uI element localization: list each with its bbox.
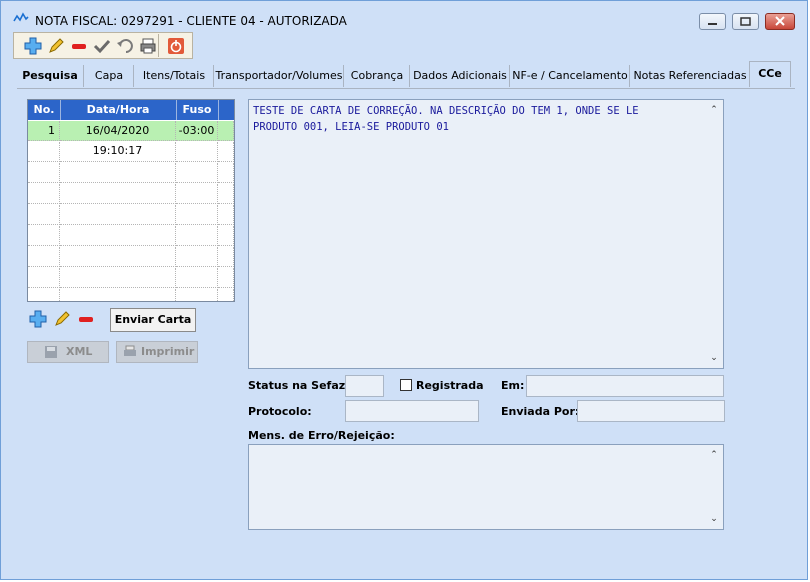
maximize-button[interactable] [732,13,759,30]
table-row[interactable] [28,142,234,162]
table-row[interactable] [28,268,234,288]
table-row[interactable] [28,184,234,204]
scroll-up-icon[interactable]: ⌃ [708,449,720,461]
nota-fiscal-window: NOTA FISCAL: 0297291 - CLIENTE 04 - AUTO… [0,0,808,580]
tab-bar: Pesquisa Capa Itens/Totais Transportador… [17,61,795,89]
tab-notas-referenciadas[interactable]: Notas Referenciadas [629,65,750,87]
table-row[interactable] [28,226,234,246]
tab-dados-adicionais[interactable]: Dados Adicionais [409,65,510,87]
imprimir-label: Imprimir [141,345,195,358]
registrada-checkbox[interactable] [400,379,412,391]
protocolo-label: Protocolo: [248,405,312,418]
tab-cce[interactable]: CCe [749,61,791,87]
edit-pencil-icon[interactable] [53,310,71,328]
toolbar-divider [158,34,159,57]
save-disk-icon [45,346,57,358]
table-row[interactable]: 1 16/04/2020 19:10:17 -03:00 [28,121,234,157]
grid-header: No. Data/Hora Fuso [28,100,234,120]
scroll-up-icon[interactable]: ⌃ [708,104,720,116]
confirm-check-icon[interactable] [93,37,111,55]
power-icon[interactable] [167,37,185,55]
add-icon[interactable] [29,310,47,328]
em-field[interactable] [526,375,724,397]
close-button[interactable] [765,13,795,30]
minimize-icon [708,23,717,25]
mens-erro-label: Mens. de Erro/Rejeição: [248,429,395,442]
add-icon[interactable] [24,37,42,55]
table-row[interactable] [28,205,234,225]
enviada-por-field[interactable] [577,400,725,422]
cce-text-area[interactable]: TESTE DE CARTA DE CORREÇÃO. NA DESCRIÇÃO… [248,99,724,369]
maximize-icon [740,17,751,26]
col-fuso[interactable]: Fuso [176,100,219,120]
cell-fuso: -03:00 [176,121,218,141]
cell-extra [218,121,234,141]
table-row[interactable] [28,247,234,267]
col-data-hora[interactable]: Data/Hora [60,100,177,120]
col-no[interactable]: No. [28,100,61,120]
tab-itens-totais[interactable]: Itens/Totais [133,65,214,87]
protocolo-field[interactable] [345,400,479,422]
xml-label: XML [66,345,93,358]
printer-icon[interactable] [139,37,157,55]
enviada-por-label: Enviada Por: [501,405,580,418]
minimize-button[interactable] [699,13,726,30]
tab-capa[interactable]: Capa [83,65,134,87]
edit-pencil-icon[interactable] [47,37,65,55]
content-area: Pesquisa Capa Itens/Totais Transportador… [13,61,797,573]
status-sefaz-label: Status na Sefaz: [248,379,350,392]
tab-nfe-cancelamento[interactable]: NF-e / Cancelamento [509,65,630,87]
cce-grid: No. Data/Hora Fuso 1 16/04/2020 19:10:17… [27,99,235,302]
tab-pesquisa[interactable]: Pesquisa [17,65,83,87]
status-sefaz-field[interactable] [345,375,384,397]
grid-toolbar: Enviar Carta [27,306,197,332]
table-row[interactable] [28,163,234,183]
cell-data-hora: 16/04/2020 19:10:17 [60,121,176,157]
cce-text: TESTE DE CARTA DE CORREÇÃO. NA DESCRIÇÃO… [253,105,639,133]
imprimir-button[interactable]: Imprimir [116,341,198,363]
cell-no: 1 [28,121,60,141]
enviar-carta-button[interactable]: Enviar Carta [110,308,196,332]
em-label: Em: [501,379,525,392]
table-row[interactable] [28,289,234,301]
tab-cobranca[interactable]: Cobrança [343,65,410,87]
tab-transportador-volumes[interactable]: Transportador/Volumes [213,65,344,87]
main-toolbar [13,32,193,59]
scroll-down-icon[interactable]: ⌄ [708,513,720,525]
title-bar: NOTA FISCAL: 0297291 - CLIENTE 04 - AUTO… [1,1,807,31]
col-extra [218,100,234,120]
registrada-label: Registrada [416,379,484,392]
mens-erro-text-area[interactable]: ⌃ ⌄ [248,444,724,530]
window-title: NOTA FISCAL: 0297291 - CLIENTE 04 - AUTO… [35,14,347,28]
remove-icon[interactable] [77,310,95,328]
close-icon [775,16,785,26]
xml-button[interactable]: XML [27,341,109,363]
app-logo-icon [13,12,29,22]
printer-icon [124,345,136,356]
undo-icon[interactable] [116,37,134,55]
remove-icon[interactable] [70,37,88,55]
scroll-down-icon[interactable]: ⌄ [708,352,720,364]
